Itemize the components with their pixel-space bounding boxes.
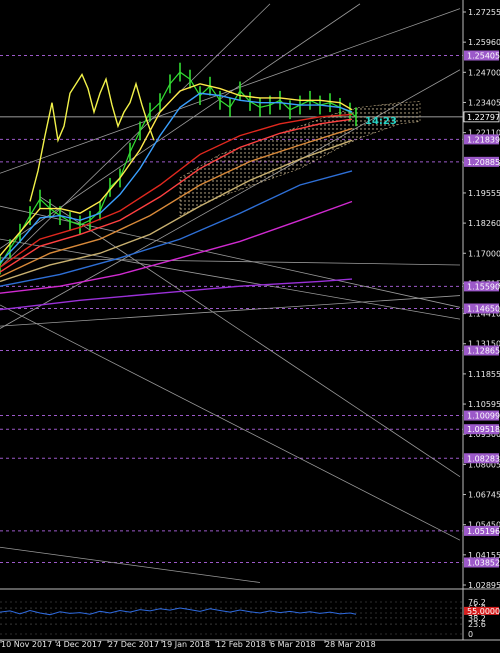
level-badge-label: 1.20885 xyxy=(467,158,500,167)
date-label: 12 Feb 2018 xyxy=(216,640,266,649)
date-label: 6 Mar 2018 xyxy=(270,640,316,649)
current-price-label: 1.22797 xyxy=(467,113,500,122)
eurusd-chart: 14:23 1.272551.259601.247001.234051.2211… xyxy=(0,0,500,653)
price-tick-label: 1.25960 xyxy=(468,38,500,47)
price-tick-label: 1.18260 xyxy=(468,219,500,228)
date-label: 19 Jan 2018 xyxy=(162,640,210,649)
level-badge-label: 1.03852 xyxy=(467,558,500,567)
rsi-tick-label: 23.6 xyxy=(468,620,486,629)
price-tick-label: 1.10595 xyxy=(468,400,500,409)
level-badge-label: 1.09518 xyxy=(467,425,500,434)
price-tick-label: 1.17000 xyxy=(468,249,500,258)
date-label: 27 Dec 2017 xyxy=(108,640,159,649)
price-tick-label: 1.19555 xyxy=(468,189,500,198)
level-badge-label: 1.08283 xyxy=(467,454,500,463)
level-badge-label: 1.10099 xyxy=(467,412,500,421)
date-label: 10 Nov 2017 xyxy=(1,640,52,649)
level-badge-label: 1.14650 xyxy=(467,304,500,313)
rsi-marker-label: 55.0000 xyxy=(467,607,500,616)
price-tick-label: 1.24700 xyxy=(468,68,500,77)
price-tick-label: 1.27255 xyxy=(468,8,500,17)
price-tick-label: 1.06745 xyxy=(468,491,500,500)
level-badge-label: 1.12865 xyxy=(467,346,500,355)
date-label: 28 Mar 2018 xyxy=(325,640,376,649)
price-tick-label: 1.02895 xyxy=(468,581,500,590)
price-tick-label: 1.11855 xyxy=(468,370,500,379)
level-badge-label: 1.21839 xyxy=(467,135,500,144)
level-badge-label: 1.15590 xyxy=(467,282,500,291)
price-tick-label: 1.23405 xyxy=(468,98,500,107)
level-badge-label: 1.05196 xyxy=(467,527,500,536)
bar-timer: 14:23 xyxy=(365,116,397,127)
rsi-tick-label: 0 xyxy=(468,630,473,639)
date-label: 4 Dec 2017 xyxy=(56,640,102,649)
level-badge-label: 1.25405 xyxy=(467,52,500,61)
